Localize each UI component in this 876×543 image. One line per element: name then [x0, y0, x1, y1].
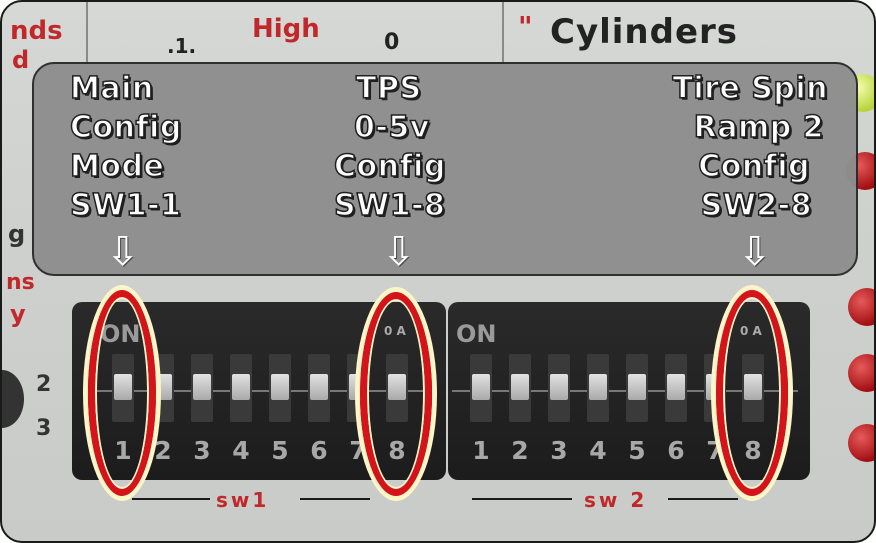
sw1-number-4: 4	[232, 436, 250, 465]
switch-knob	[472, 374, 490, 400]
sw2-number-5: 5	[628, 436, 646, 465]
sw1-label-line-left	[132, 498, 210, 500]
switch-knob	[550, 374, 568, 400]
sw2-number-4: 4	[589, 436, 607, 465]
highlight-ring-sw2-8	[716, 290, 788, 496]
sw2-switch-5[interactable]	[626, 354, 648, 422]
board-text-high-zero: 0	[384, 30, 400, 55]
sw1-switch-4[interactable]	[230, 354, 252, 422]
board-text-high: High	[252, 14, 320, 44]
sw2-label-line-left	[472, 498, 572, 500]
callout-tirespin-line-3: Config	[697, 148, 810, 185]
switch-knob	[193, 374, 211, 400]
board-text-ns: ns	[6, 270, 35, 295]
sw2-number-6: 6	[667, 436, 685, 465]
callout-tps-line-3: Config	[333, 148, 446, 185]
sw1-switch-3[interactable]	[191, 354, 213, 422]
highlight-ring-sw1-8	[360, 292, 432, 496]
sw1-number-6: 6	[310, 436, 328, 465]
board-text-high-scale: .1.	[167, 34, 197, 58]
board-text-cylinders-mark: "	[518, 10, 533, 43]
callout-tps-line-1: TPS	[355, 70, 422, 107]
sw1-number-2: 2	[154, 436, 172, 465]
sw1-number-3: 3	[193, 436, 211, 465]
sw2-switch-4[interactable]	[587, 354, 609, 422]
dial-number-3: 3	[36, 416, 52, 441]
dial-number-2: 2	[36, 372, 52, 397]
down-arrow-icon: ⇩	[106, 229, 140, 275]
highlight-ring-sw1-1	[88, 290, 156, 496]
callout-tirespin-line-1: Tire Spin	[672, 70, 829, 107]
led-5	[848, 424, 874, 462]
switch-knob	[511, 374, 529, 400]
callout-main-line-4: SW1-1	[69, 187, 182, 224]
callout-main-line-2: Config	[69, 109, 182, 146]
led-3	[848, 288, 874, 326]
sw2-switch-2[interactable]	[509, 354, 531, 422]
sw2-label: sw 2	[584, 488, 648, 512]
sw2-label-line-right	[668, 498, 738, 500]
led-4	[848, 354, 874, 392]
sw2-switch-3[interactable]	[548, 354, 570, 422]
callout-tirespin-line-4: SW2-8	[700, 187, 812, 224]
switch-knob	[667, 374, 685, 400]
callout-main-line-3: Mode	[69, 148, 165, 185]
board-text-cylinders: Cylinders	[550, 12, 739, 52]
switch-knob	[589, 374, 607, 400]
down-arrow-icon: ⇩	[382, 229, 416, 275]
board-text-nds: nds	[10, 16, 63, 46]
sw2-switch-1[interactable]	[470, 354, 492, 422]
board-text-g: g	[8, 220, 26, 248]
callout-main-line-1: Main	[69, 70, 154, 107]
callout-tirespin-line-2: Ramp 2	[693, 109, 824, 146]
sw1-switch-6[interactable]	[308, 354, 330, 422]
switch-knob	[271, 374, 289, 400]
sw1-number-5: 5	[271, 436, 289, 465]
board-text-d: d	[12, 46, 30, 74]
board-text-y: y	[10, 300, 26, 328]
switch-knob	[628, 374, 646, 400]
down-arrow-icon: ⇩	[738, 229, 772, 275]
switch-knob	[154, 374, 172, 400]
photo-frame: nds d High .1. 0 " Cylinders g ns y 2 3 …	[0, 0, 876, 543]
rotary-dial	[2, 370, 24, 428]
board-divider	[86, 2, 88, 64]
switch-knob	[232, 374, 250, 400]
sw1-switch-5[interactable]	[269, 354, 291, 422]
sw2-number-2: 2	[511, 436, 529, 465]
sw1-label-line-right	[300, 498, 370, 500]
switch-knob	[310, 374, 328, 400]
sw2-number-3: 3	[550, 436, 568, 465]
callout-tps-line-2: 0-5v	[353, 109, 430, 146]
sw2-on-label: ON	[456, 320, 497, 348]
callout-tps-line-4: SW1-8	[333, 187, 446, 224]
callout-panel: Main Config Mode SW1-1 TPS 0-5v Config S…	[32, 62, 858, 276]
sw2-switch-6[interactable]	[665, 354, 687, 422]
sw2-number-1: 1	[472, 436, 490, 465]
board-divider-2	[502, 2, 504, 64]
sw1-label: sw1	[216, 488, 270, 512]
